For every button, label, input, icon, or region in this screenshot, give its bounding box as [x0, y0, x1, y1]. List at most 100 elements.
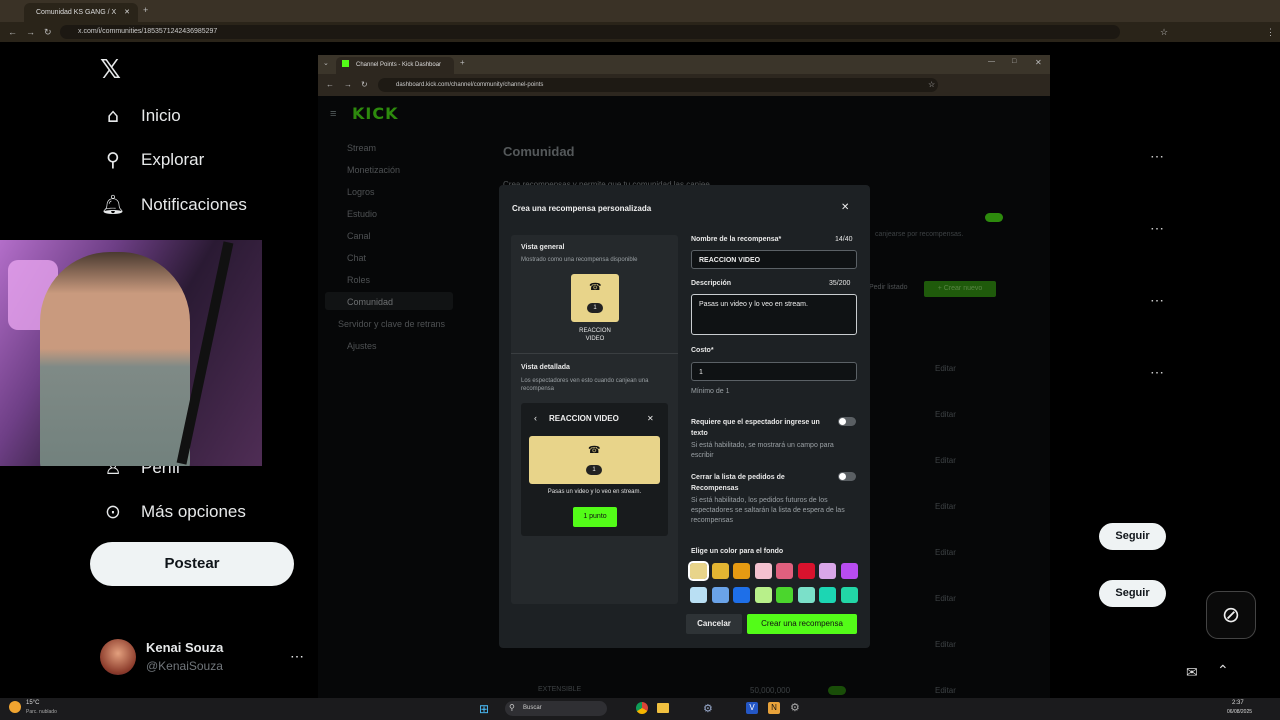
home-icon: ⌂	[106, 105, 120, 127]
redeem-button[interactable]: 1 punto	[573, 507, 617, 527]
chevron-down-icon[interactable]: ⌄	[323, 59, 329, 67]
color-swatch[interactable]	[840, 587, 858, 603]
back-icon[interactable]: ←	[8, 27, 17, 37]
weather-icon[interactable]	[9, 701, 21, 713]
color-swatch[interactable]	[688, 561, 709, 581]
color-swatch[interactable]	[819, 563, 836, 579]
outer-address-bar[interactable]: x.com/i/communities/1853571242436985297	[60, 25, 1120, 39]
folder-icon[interactable]	[657, 703, 669, 713]
reload-icon[interactable]: ↻	[361, 80, 368, 89]
require-text-hint: Si está habilitado, se mostrará un campo…	[691, 442, 834, 459]
star-icon[interactable]: ☆	[928, 80, 935, 89]
cost-pill: 1	[587, 303, 603, 313]
detail-description: Pasas un video y lo veo en stream.	[547, 489, 642, 495]
gift-icon: ☎	[588, 445, 601, 456]
color-swatch[interactable]	[690, 587, 707, 603]
more-icon[interactable]: ⋯	[290, 648, 304, 665]
color-label: Elige un color para el fondo	[691, 548, 784, 555]
require-text-label: Requiere que el espectador ingrese un te…	[691, 419, 820, 437]
more-icon[interactable]: ⋯	[1150, 292, 1164, 309]
color-swatch[interactable]	[711, 587, 729, 603]
inner-tab-title: Channel Points - Kick Dashboar	[356, 62, 442, 68]
back-icon[interactable]: ‹	[534, 413, 537, 423]
user-name: Kenai Souza	[146, 640, 224, 655]
more-icon[interactable]: ⋯	[1150, 364, 1164, 381]
maximize-icon[interactable]: □	[1012, 58, 1016, 65]
nav-home[interactable]: ⌂ Inicio	[100, 105, 181, 127]
description-counter: 35/200	[829, 280, 851, 287]
app-n-icon[interactable]: N	[768, 702, 780, 714]
close-icon[interactable]: ✕	[841, 202, 849, 213]
minimize-icon[interactable]: —	[988, 58, 995, 65]
divider	[511, 353, 678, 354]
bell-icon: 🔔︎	[100, 194, 126, 216]
close-list-toggle[interactable]	[838, 472, 856, 481]
start-icon[interactable]: ⊞	[479, 702, 489, 716]
cost-input[interactable]: 1	[691, 362, 857, 381]
color-swatch[interactable]	[776, 587, 793, 603]
nav-label: Inicio	[141, 106, 181, 125]
search-icon: ⚲	[106, 149, 120, 171]
nav-label: Notificaciones	[141, 194, 247, 214]
clock-date[interactable]: 06/08/2025	[1227, 709, 1252, 715]
close-list-label: Cerrar la lista de pedidos de Recompensa…	[691, 474, 785, 492]
color-swatch[interactable]	[797, 563, 815, 579]
color-swatch[interactable]	[733, 563, 750, 579]
star-icon[interactable]: ☆	[1160, 27, 1168, 38]
nav-explore[interactable]: ⚲ Explorar	[100, 149, 204, 171]
color-swatch[interactable]	[797, 587, 815, 603]
clock-time[interactable]: 2:37	[1232, 700, 1244, 706]
follow-button[interactable]: Seguir	[1099, 523, 1166, 550]
new-tab-icon[interactable]: +	[143, 5, 148, 15]
follow-button[interactable]: Seguir	[1099, 580, 1166, 607]
close-icon[interactable]: ✕	[124, 9, 130, 16]
require-text-toggle[interactable]	[838, 417, 856, 426]
preview-general-subtitle: Mostrado como una recompensa disponible	[521, 257, 638, 263]
x-logo-icon[interactable]: 𝕏	[100, 55, 121, 85]
color-swatch[interactable]	[754, 587, 772, 603]
color-swatch[interactable]	[733, 587, 750, 603]
inner-address-bar[interactable]: dashboard.kick.com/channel/community/cha…	[378, 78, 938, 92]
cost-pill: 1	[586, 465, 602, 475]
settings-icon[interactable]: ⚙	[790, 701, 800, 714]
description-textarea[interactable]: Pasas un video y lo veo en stream.	[691, 294, 857, 335]
forward-icon[interactable]: →	[26, 27, 35, 37]
post-button[interactable]: Postear	[90, 542, 294, 586]
color-swatch[interactable]	[840, 563, 858, 579]
detail-card-preview: ☎ 1	[529, 436, 660, 484]
reload-icon[interactable]: ↻	[44, 27, 52, 38]
preview-detail-subtitle: Los espectadores ven esto cuando canjean…	[521, 378, 649, 392]
close-list-hint: Si está habilitado, los pedidos futuros …	[691, 497, 845, 524]
chrome-icon[interactable]	[636, 702, 648, 714]
steam-icon[interactable]: ⚙	[703, 702, 713, 715]
app-v-icon[interactable]: V	[746, 702, 758, 714]
color-swatch[interactable]	[754, 563, 772, 579]
avatar[interactable]	[100, 639, 136, 675]
inner-tab[interactable]: Channel Points - Kick Dashboar	[336, 57, 454, 74]
color-swatch[interactable]	[819, 587, 836, 603]
messages-icon[interactable]: ✉	[1186, 664, 1198, 681]
color-swatch[interactable]	[711, 563, 729, 579]
taskbar-search[interactable]: Buscar	[505, 701, 607, 716]
reward-name-input[interactable]: REACCION VIDEO	[691, 250, 857, 269]
back-icon[interactable]: ←	[326, 80, 334, 89]
expand-icon[interactable]: ⌃	[1217, 662, 1229, 679]
more-icon[interactable]: ⋯	[1150, 220, 1164, 237]
forward-icon[interactable]: →	[344, 80, 352, 89]
close-icon[interactable]: ✕	[647, 414, 654, 423]
close-icon[interactable]: ✕	[1035, 58, 1042, 67]
more-icon[interactable]: ⋯	[1150, 148, 1164, 165]
nav-notifications[interactable]: 🔔︎ Notificaciones	[100, 193, 247, 216]
new-tab-icon[interactable]: +	[460, 58, 465, 67]
preview-general-title: Vista general	[521, 244, 565, 251]
grok-icon[interactable]: ⊘	[1206, 591, 1256, 639]
create-reward-button[interactable]: Crear una recompensa	[747, 614, 857, 634]
outer-tab-title: Comunidad KS GANG / X	[36, 9, 117, 16]
detail-header: REACCION VIDEO	[549, 414, 619, 423]
nav-more[interactable]: ⊙ Más opciones	[100, 501, 246, 523]
menu-icon[interactable]: ⋮	[1266, 27, 1275, 38]
outer-tab[interactable]: Comunidad KS GANG / X ✕	[24, 3, 138, 22]
color-swatch[interactable]	[776, 563, 793, 579]
cost-hint: Mínimo de 1	[691, 388, 730, 395]
cancel-button[interactable]: Cancelar	[686, 614, 742, 634]
